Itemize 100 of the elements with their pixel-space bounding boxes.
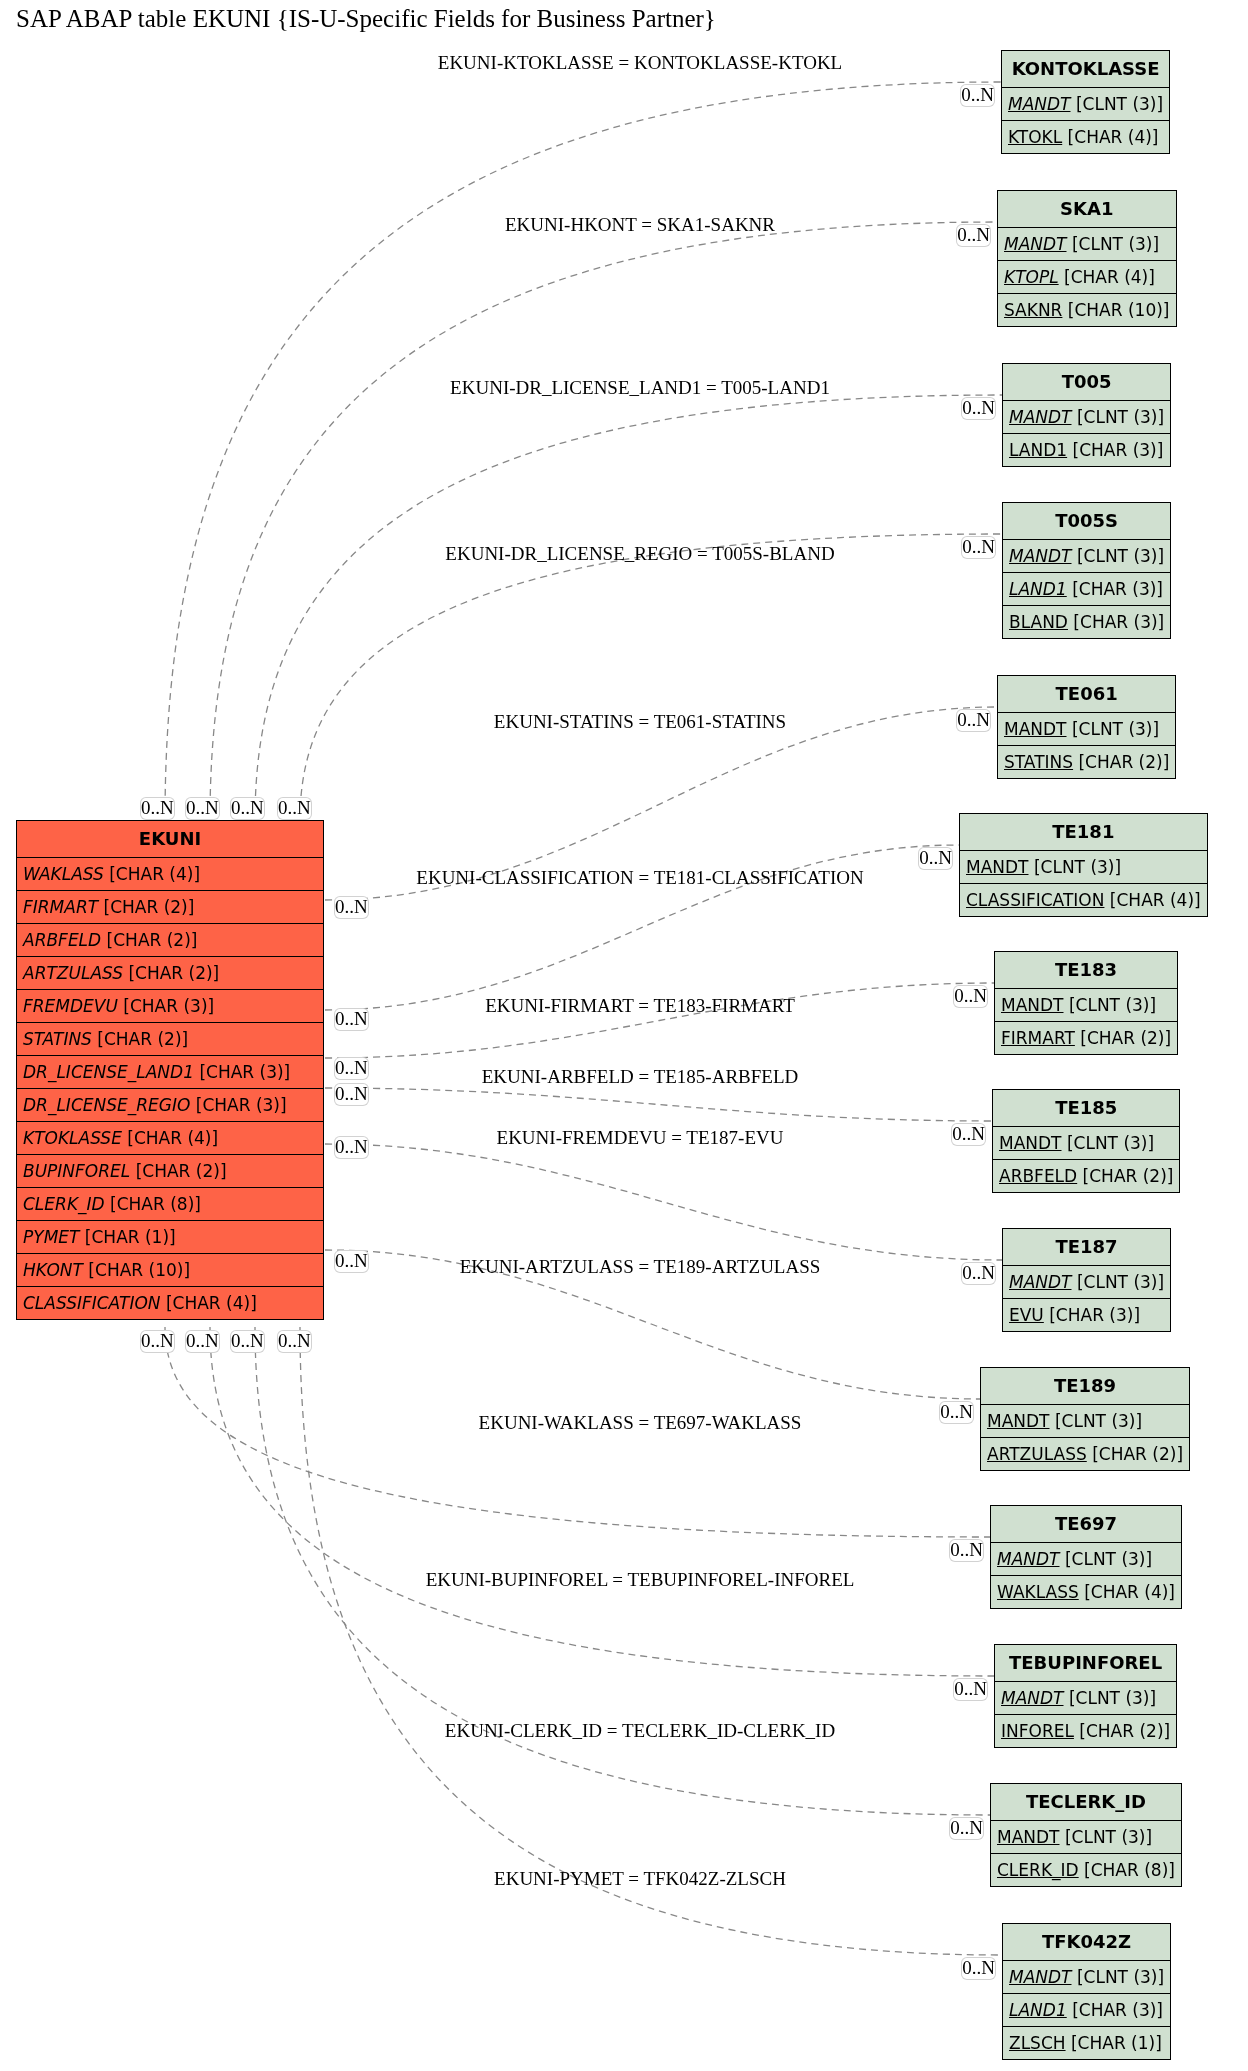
table-field: DR_LICENSE_LAND1 [CHAR (3)] bbox=[17, 1055, 323, 1088]
table-field: CLASSIFICATION [CHAR (4)] bbox=[17, 1286, 323, 1319]
table-field: MANDT [CLNT (3)] bbox=[1002, 87, 1170, 120]
table-name: T005S bbox=[1054, 509, 1119, 533]
table-field: MANDT [CLNT (3)] bbox=[991, 1820, 1181, 1853]
table-field: INFOREL [CHAR (2)] bbox=[995, 1714, 1177, 1747]
table-name: TE061 bbox=[1054, 682, 1119, 706]
table-field: BLAND [CHAR (3)] bbox=[1003, 605, 1171, 638]
cardinality-label: 0..N bbox=[961, 1957, 996, 1980]
table-field: MANDT [CLNT (3)] bbox=[995, 1681, 1177, 1714]
table-field: DR_LICENSE_REGIO [CHAR (3)] bbox=[17, 1088, 323, 1121]
table-field: MANDT [CLNT (3)] bbox=[1003, 1960, 1171, 1993]
cardinality-label: 0..N bbox=[140, 797, 175, 820]
relation-label: EKUNI-BUPINFOREL = TEBUPINFOREL-INFOREL bbox=[425, 1570, 855, 1591]
table-field: KTOPL [CHAR (4)] bbox=[998, 260, 1176, 293]
relation-label: EKUNI-ARTZULASS = TE189-ARTZULASS bbox=[459, 1257, 821, 1278]
cardinality-label: 0..N bbox=[334, 1136, 369, 1159]
table-name: KONTOKLASSE bbox=[1010, 57, 1161, 81]
table-field: ARBFELD [CHAR (2)] bbox=[993, 1159, 1180, 1192]
table-field: KTOKL [CHAR (4)] bbox=[1002, 120, 1170, 153]
table-field: ZLSCH [CHAR (1)] bbox=[1003, 2026, 1171, 2059]
table-field: MANDT [CLNT (3)] bbox=[991, 1542, 1181, 1575]
cardinality-label: 0..N bbox=[334, 1008, 369, 1031]
table-name: EKUNI bbox=[137, 827, 203, 851]
cardinality-label: 0..N bbox=[960, 84, 995, 107]
cardinality-label: 0..N bbox=[961, 536, 996, 559]
table-field: ARBFELD [CHAR (2)] bbox=[17, 923, 323, 956]
table-name: TE183 bbox=[1054, 958, 1119, 982]
table-field: MANDT [CLNT (3)] bbox=[1003, 539, 1171, 572]
cardinality-label: 0..N bbox=[949, 1817, 984, 1840]
cardinality-label: 0..N bbox=[953, 985, 988, 1008]
cardinality-label: 0..N bbox=[334, 1057, 369, 1080]
table-field: ARTZULASS [CHAR (2)] bbox=[981, 1437, 1189, 1470]
diagram-title: SAP ABAP table EKUNI {IS-U-Specific Fields for Business Partner} bbox=[16, 4, 716, 34]
relation-label: EKUNI-CLASSIFICATION = TE181-CLASSIFICATION bbox=[416, 868, 864, 889]
table-field: FIRMART [CHAR (2)] bbox=[995, 1021, 1178, 1054]
table-field: SAKNR [CHAR (10)] bbox=[998, 293, 1176, 326]
cardinality-label: 0..N bbox=[956, 709, 991, 732]
relation-label: EKUNI-DR_LICENSE_LAND1 = T005-LAND1 bbox=[450, 378, 830, 399]
relation-label: EKUNI-PYMET = TFK042Z-ZLSCH bbox=[494, 1869, 786, 1890]
table-field: MANDT [CLNT (3)] bbox=[981, 1404, 1189, 1437]
table-name: TE181 bbox=[1051, 820, 1116, 844]
table-field: STATINS [CHAR (2)] bbox=[17, 1022, 323, 1055]
table-field: MANDT [CLNT (3)] bbox=[998, 712, 1176, 745]
cardinality-label: 0..N bbox=[230, 1330, 265, 1353]
table-field: LAND1 [CHAR (3)] bbox=[1003, 433, 1171, 466]
cardinality-label: 0..N bbox=[961, 397, 996, 420]
cardinality-label: 0..N bbox=[185, 1330, 220, 1353]
cardinality-label: 0..N bbox=[961, 1262, 996, 1285]
relation-label: EKUNI-HKONT = SKA1-SAKNR bbox=[505, 215, 775, 236]
cardinality-label: 0..N bbox=[185, 797, 220, 820]
table-field: CLASSIFICATION [CHAR (4)] bbox=[960, 883, 1207, 916]
table-field: BUPINFOREL [CHAR (2)] bbox=[17, 1154, 323, 1187]
table-field: FREMDEVU [CHAR (3)] bbox=[17, 989, 323, 1022]
table-field: MANDT [CLNT (3)] bbox=[993, 1126, 1180, 1159]
relation-label: EKUNI-FIRMART = TE183-FIRMART bbox=[485, 996, 795, 1017]
relation-label: EKUNI-FREMDEVU = TE187-EVU bbox=[496, 1128, 784, 1149]
table-field: KTOKLASSE [CHAR (4)] bbox=[17, 1121, 323, 1154]
table-field: LAND1 [CHAR (3)] bbox=[1003, 1993, 1171, 2026]
relation-label: EKUNI-WAKLASS = TE697-WAKLASS bbox=[478, 1413, 802, 1434]
table-name: TEBUPINFOREL bbox=[1008, 1651, 1164, 1675]
table-field: MANDT [CLNT (3)] bbox=[1003, 400, 1171, 433]
table-field: MANDT [CLNT (3)] bbox=[995, 988, 1178, 1021]
table-field: MANDT [CLNT (3)] bbox=[1003, 1265, 1171, 1298]
relation-label: EKUNI-KTOKLASSE = KONTOKLASSE-KTOKL bbox=[437, 53, 843, 74]
cardinality-label: 0..N bbox=[949, 1539, 984, 1562]
table-name: TFK042Z bbox=[1040, 1930, 1133, 1954]
table-field: WAKLASS [CHAR (4)] bbox=[17, 857, 323, 890]
relation-label: EKUNI-CLERK_ID = TECLERK_ID-CLERK_ID bbox=[444, 1721, 836, 1742]
table-field: MANDT [CLNT (3)] bbox=[960, 850, 1207, 883]
table-field: EVU [CHAR (3)] bbox=[1003, 1298, 1171, 1331]
cardinality-label: 0..N bbox=[939, 1401, 974, 1424]
cardinality-label: 0..N bbox=[140, 1330, 175, 1353]
cardinality-label: 0..N bbox=[956, 224, 991, 247]
cardinality-label: 0..N bbox=[277, 1330, 312, 1353]
table-name: SKA1 bbox=[1059, 197, 1115, 221]
table-field: STATINS [CHAR (2)] bbox=[998, 745, 1176, 778]
relation-label: EKUNI-STATINS = TE061-STATINS bbox=[493, 712, 787, 733]
table-name: TE187 bbox=[1054, 1235, 1119, 1259]
relation-label: EKUNI-DR_LICENSE_REGIO = T005S-BLAND bbox=[445, 544, 835, 565]
cardinality-label: 0..N bbox=[334, 1083, 369, 1106]
table-name: TECLERK_ID bbox=[1024, 1790, 1147, 1814]
table-name: T005 bbox=[1060, 370, 1113, 394]
table-field: LAND1 [CHAR (3)] bbox=[1003, 572, 1171, 605]
cardinality-label: 0..N bbox=[918, 847, 953, 870]
table-field: CLERK_ID [CHAR (8)] bbox=[991, 1853, 1181, 1886]
table-name: TE189 bbox=[1052, 1374, 1118, 1398]
table-name: TE697 bbox=[1053, 1512, 1119, 1536]
cardinality-label: 0..N bbox=[334, 896, 369, 919]
cardinality-label: 0..N bbox=[953, 1678, 988, 1701]
table-field: FIRMART [CHAR (2)] bbox=[17, 890, 323, 923]
cardinality-label: 0..N bbox=[334, 1250, 369, 1273]
cardinality-label: 0..N bbox=[277, 797, 312, 820]
table-field: MANDT [CLNT (3)] bbox=[998, 227, 1176, 260]
table-field: CLERK_ID [CHAR (8)] bbox=[17, 1187, 323, 1220]
cardinality-label: 0..N bbox=[951, 1123, 986, 1146]
table-field: HKONT [CHAR (10)] bbox=[17, 1253, 323, 1286]
table-field: PYMET [CHAR (1)] bbox=[17, 1220, 323, 1253]
table-name: TE185 bbox=[1054, 1096, 1119, 1120]
relation-label: EKUNI-ARBFELD = TE185-ARBFELD bbox=[481, 1067, 799, 1088]
